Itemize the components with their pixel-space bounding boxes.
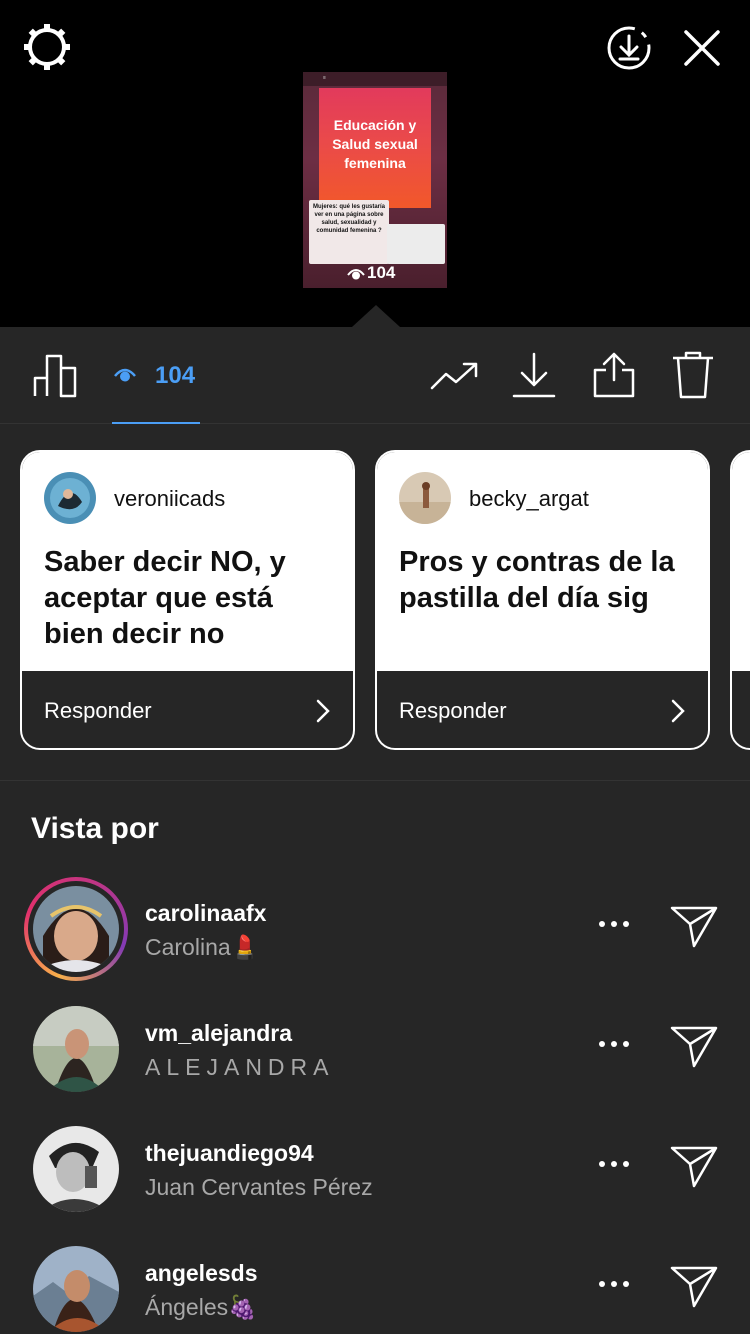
viewer-username: angelesds <box>145 1260 258 1286</box>
section-divider <box>0 780 750 781</box>
question-card-text: Pros y contras de la pastilla del día si… <box>399 546 675 614</box>
viewer-username: vm_alejandra <box>145 1020 293 1046</box>
reply-button[interactable]: Responder <box>44 698 152 724</box>
question-card-username: becky_argat <box>469 486 589 511</box>
more-options-icon[interactable] <box>598 1036 630 1054</box>
eye-icon[interactable] <box>114 365 136 385</box>
more-options-icon[interactable] <box>598 916 630 934</box>
more-options-icon[interactable] <box>598 1276 630 1294</box>
viewer-full-name: Carolina💄 <box>145 934 260 960</box>
thumbnail-view-number: 104 <box>367 263 396 282</box>
gear-icon[interactable] <box>22 22 72 72</box>
chevron-right-icon <box>315 698 331 729</box>
send-icon[interactable] <box>670 1144 718 1193</box>
viewer-username: thejuandiego94 <box>145 1140 314 1166</box>
thumbnail-question-sticker: Mujeres: qué les gustaría ver en una pág… <box>309 200 389 264</box>
viewer-full-name: ALEJANDRA <box>145 1054 335 1080</box>
thumbnail-title: Educación y Salud sexual femenina <box>332 117 418 171</box>
insights-icon[interactable] <box>33 352 79 398</box>
thumbnail-answer-sticker <box>387 224 445 264</box>
story-thumbnail[interactable]: ≡ Educación y Salud sexual femenina Muje… <box>303 72 447 288</box>
preview-pointer <box>352 305 400 327</box>
send-icon[interactable] <box>670 904 718 953</box>
viewer-row[interactable]: thejuandiego94 Juan Cervantes Pérez <box>0 1116 750 1236</box>
trending-icon[interactable] <box>430 358 480 394</box>
share-icon[interactable] <box>591 350 637 400</box>
views-count[interactable]: 104 <box>155 362 195 390</box>
question-card-peek[interactable] <box>730 450 750 750</box>
reply-button[interactable]: Responder <box>399 698 507 724</box>
question-card-body: veroniicads Saber decir NO, y aceptar qu… <box>22 452 353 671</box>
question-card[interactable]: becky_argat Pros y contras de la pastill… <box>375 450 710 750</box>
thumbnail-bar-mark: ≡ <box>323 75 326 81</box>
question-card-body: becky_argat Pros y contras de la pastill… <box>377 452 708 671</box>
thumbnail-view-count: 104 <box>347 263 395 283</box>
avatar <box>44 472 96 524</box>
viewers-section-title: Vista por <box>31 812 159 845</box>
viewer-full-name: Ángeles🍇 <box>145 1294 257 1320</box>
avatar[interactable] <box>33 1126 119 1212</box>
trash-icon[interactable] <box>671 350 715 400</box>
avatar[interactable] <box>33 886 119 972</box>
close-icon[interactable] <box>682 28 722 68</box>
viewer-username: carolinaafx <box>145 900 267 926</box>
story-toolbar <box>0 327 750 424</box>
question-card-text: Saber decir NO, y aceptar que está bien … <box>44 546 286 650</box>
story-preview-area: ≡ Educación y Salud sexual femenina Muje… <box>0 0 750 327</box>
send-icon[interactable] <box>670 1264 718 1313</box>
download-icon[interactable] <box>512 352 556 400</box>
thumbnail-top-bar: ≡ <box>303 72 447 86</box>
viewer-row[interactable]: vm_alejandra ALEJANDRA <box>0 996 750 1116</box>
viewer-full-name: Juan Cervantes Pérez <box>145 1174 373 1200</box>
viewer-row[interactable]: angelesds Ángeles🍇 <box>0 1236 750 1334</box>
question-card[interactable]: veroniicads Saber decir NO, y aceptar qu… <box>20 450 355 750</box>
avatar <box>399 472 451 524</box>
avatar[interactable] <box>33 1006 119 1092</box>
eye-icon <box>347 268 365 280</box>
send-icon[interactable] <box>670 1024 718 1073</box>
avatar[interactable] <box>33 1246 119 1332</box>
viewer-row[interactable]: carolinaafx Carolina💄 <box>0 876 750 996</box>
download-circle-icon[interactable] <box>605 24 653 72</box>
chevron-right-icon <box>670 698 686 729</box>
question-card-peek-body <box>732 452 750 671</box>
question-card-username: veroniicads <box>114 486 226 511</box>
more-options-icon[interactable] <box>598 1156 630 1174</box>
views-tab-indicator <box>112 422 200 424</box>
